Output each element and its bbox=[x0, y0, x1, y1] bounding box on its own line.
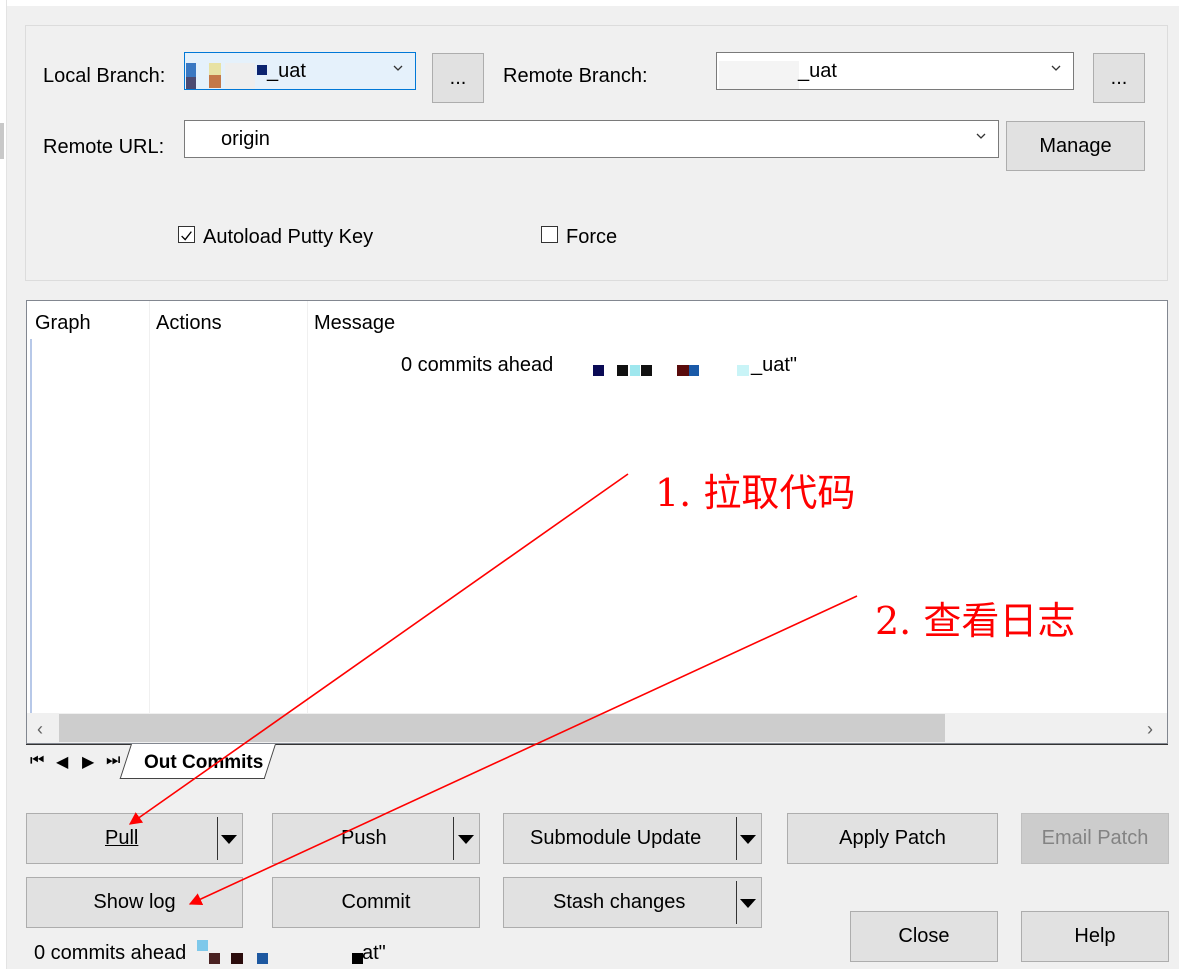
checkmark-icon bbox=[181, 231, 192, 241]
first-page-icon[interactable]: ⏮ bbox=[30, 752, 44, 770]
show-log-button[interactable]: Show log bbox=[26, 877, 243, 928]
column-header-actions[interactable]: Actions bbox=[156, 311, 222, 335]
redacted-block bbox=[209, 953, 220, 964]
out-commits-list[interactable]: Graph Actions Message 0 commits ahead _u… bbox=[26, 300, 1168, 744]
remote-url-label: Remote URL: bbox=[43, 136, 165, 158]
redacted-block bbox=[737, 365, 749, 376]
redacted-block bbox=[641, 365, 652, 376]
status-text: 0 commits ahead bbox=[34, 942, 187, 964]
column-header-graph[interactable]: Graph bbox=[35, 311, 91, 335]
stash-dropdown-icon[interactable] bbox=[740, 899, 756, 908]
redacted-block bbox=[209, 63, 221, 75]
help-button[interactable]: Help bbox=[1021, 911, 1169, 962]
apply-patch-button[interactable]: Apply Patch bbox=[787, 813, 998, 864]
graph-line bbox=[30, 339, 32, 713]
column-separator bbox=[307, 301, 308, 713]
split-separator bbox=[453, 817, 454, 860]
manage-button[interactable]: Manage bbox=[1006, 121, 1145, 171]
scroll-right-icon[interactable]: › bbox=[1147, 719, 1153, 740]
submodule-dropdown-icon[interactable] bbox=[740, 835, 756, 844]
local-branch-select[interactable]: _uat bbox=[184, 52, 416, 90]
pull-button[interactable]: Pull bbox=[26, 813, 243, 864]
remote-branch-value: _uat bbox=[798, 60, 837, 82]
force-label: Force bbox=[566, 226, 618, 248]
local-branch-browse-button[interactable]: ... bbox=[432, 53, 484, 103]
redacted-block bbox=[593, 365, 604, 376]
tab-strip: ⏮ ◀ ▶ ⏭ Out Commits bbox=[26, 744, 1168, 780]
close-button[interactable]: Close bbox=[850, 911, 998, 962]
split-separator bbox=[217, 817, 218, 860]
redacted-block bbox=[197, 940, 208, 951]
redacted-block bbox=[719, 61, 799, 89]
stash-changes-button[interactable]: Stash changes bbox=[503, 877, 762, 928]
redacted-block bbox=[186, 63, 196, 77]
window-top-border bbox=[0, 0, 1179, 6]
submodule-update-button[interactable]: Submodule Update bbox=[503, 813, 762, 864]
push-button-label: Push bbox=[341, 827, 387, 849]
split-separator bbox=[736, 817, 737, 860]
remote-branch-select[interactable]: _uat bbox=[716, 52, 1074, 90]
last-page-icon[interactable]: ⏭ bbox=[106, 752, 120, 770]
status-text-suffix: at" bbox=[362, 942, 386, 964]
redacted-block bbox=[209, 75, 221, 88]
edge-marker bbox=[0, 123, 4, 159]
redacted-block bbox=[186, 77, 196, 89]
redacted-block bbox=[677, 365, 689, 376]
commit-button[interactable]: Commit bbox=[272, 877, 480, 928]
pull-dropdown-icon[interactable] bbox=[221, 835, 237, 844]
push-button[interactable]: Push bbox=[272, 813, 480, 864]
next-page-icon[interactable]: ▶ bbox=[82, 752, 94, 772]
redacted-block bbox=[257, 953, 268, 964]
annotation-step-2: 2. 查看日志 bbox=[875, 599, 1076, 643]
pull-button-label: Pull bbox=[105, 827, 139, 849]
tab-out-commits-label: Out Commits bbox=[144, 752, 264, 773]
force-checkbox[interactable] bbox=[541, 226, 558, 243]
submodule-update-label: Submodule Update bbox=[530, 827, 702, 849]
chevron-down-icon bbox=[393, 65, 403, 71]
commit-message: 0 commits ahead bbox=[401, 354, 554, 376]
redacted-block bbox=[630, 365, 640, 376]
scroll-left-icon[interactable]: ‹ bbox=[37, 719, 43, 740]
chevron-down-icon bbox=[1051, 65, 1061, 71]
redacted-block bbox=[689, 365, 699, 376]
git-sync-dialog: Local Branch: _uat ... Remote Branch: _u… bbox=[0, 0, 1179, 969]
remote-url-value: origin bbox=[221, 128, 270, 150]
redacted-block bbox=[225, 63, 255, 89]
push-dropdown-icon[interactable] bbox=[458, 835, 474, 844]
column-separator bbox=[149, 301, 150, 713]
remote-branch-browse-button[interactable]: ... bbox=[1093, 53, 1145, 103]
stash-changes-label: Stash changes bbox=[553, 891, 686, 913]
redacted-block bbox=[257, 65, 267, 75]
redacted-block bbox=[231, 953, 243, 964]
autoload-checkbox[interactable] bbox=[178, 226, 195, 243]
chevron-down-icon bbox=[976, 133, 986, 139]
scrollbar-thumb[interactable] bbox=[59, 714, 945, 742]
remote-url-select[interactable]: origin bbox=[184, 120, 999, 158]
annotation-step-1: 1. 拉取代码 bbox=[655, 471, 856, 515]
horizontal-scrollbar[interactable]: ‹ › bbox=[27, 713, 1167, 743]
email-patch-button[interactable]: Email Patch bbox=[1021, 813, 1169, 864]
commit-message-suffix: _uat" bbox=[751, 354, 798, 376]
column-header-message[interactable]: Message bbox=[314, 311, 395, 335]
split-separator bbox=[736, 881, 737, 924]
local-branch-label: Local Branch: bbox=[43, 65, 166, 87]
local-branch-value: _uat bbox=[267, 60, 306, 82]
remote-branch-label: Remote Branch: bbox=[503, 65, 648, 87]
previous-page-icon[interactable]: ◀ bbox=[56, 752, 68, 772]
autoload-label: Autoload Putty Key bbox=[203, 226, 374, 248]
redacted-block bbox=[617, 365, 628, 376]
